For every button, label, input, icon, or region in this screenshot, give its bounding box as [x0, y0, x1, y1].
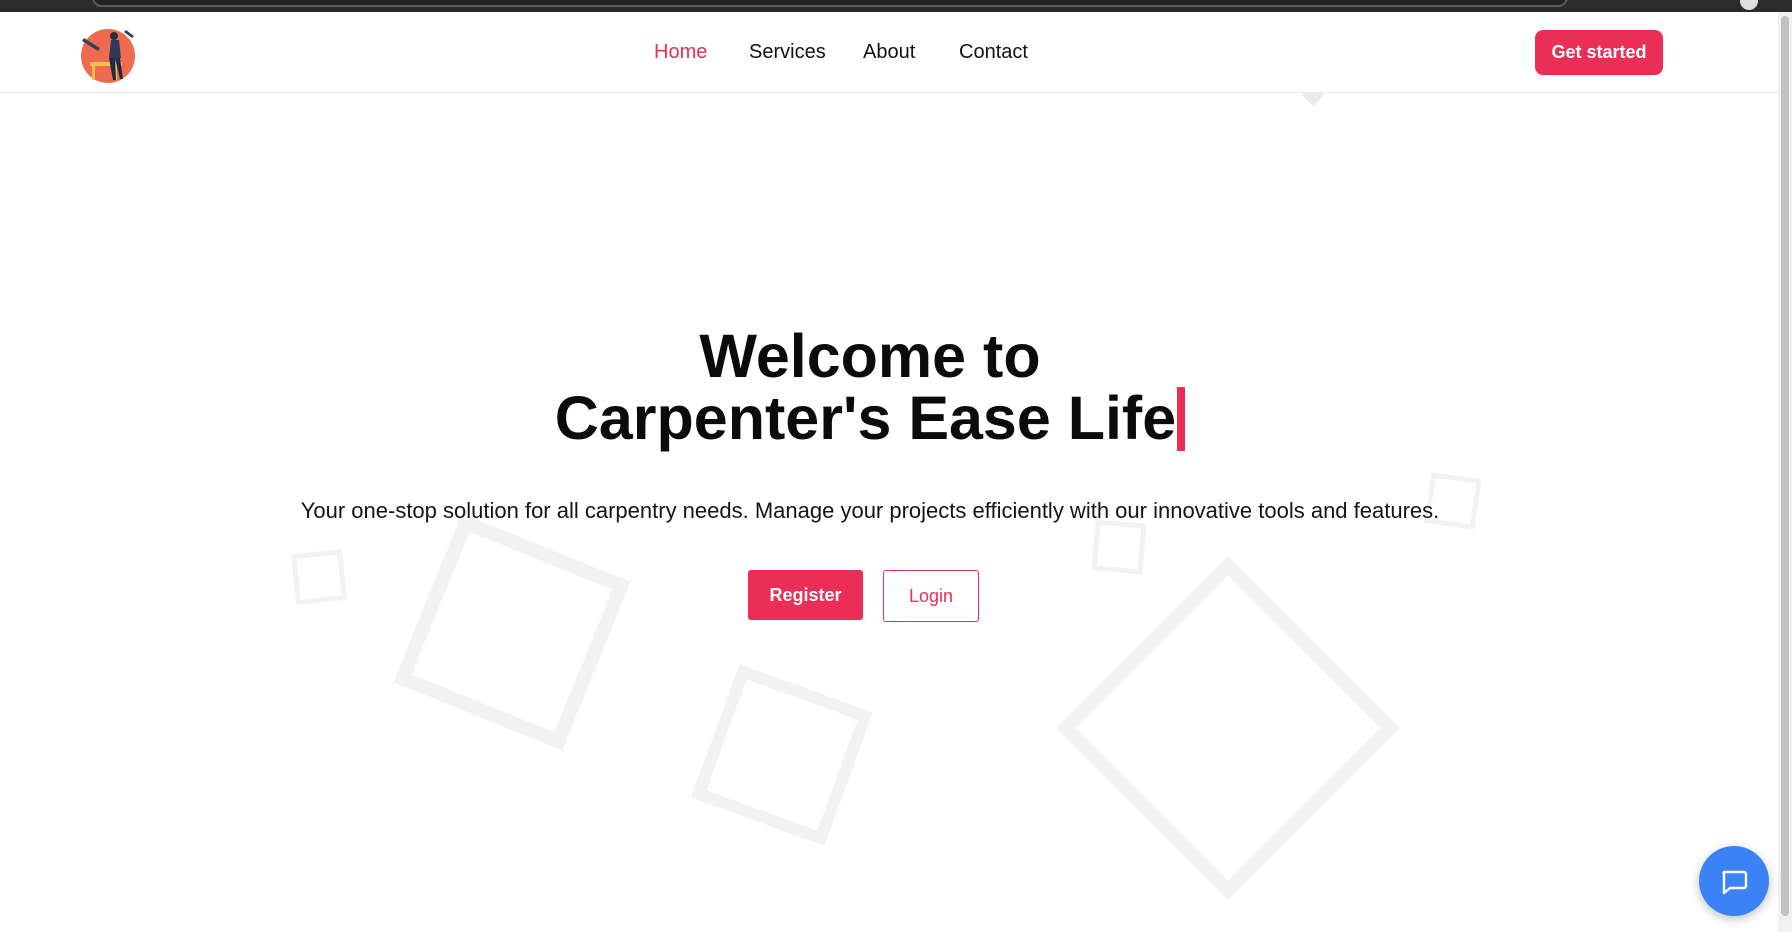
nav-services-link[interactable]: Services	[749, 41, 826, 64]
nav-about-link[interactable]: About	[863, 41, 915, 64]
deco-square-small-center	[1091, 519, 1147, 575]
deco-square-large-left	[393, 513, 631, 751]
hero-title-line-2-text: Carpenter's Ease Life	[554, 384, 1177, 452]
hero-title-line-1: Welcome to	[699, 322, 1041, 390]
register-button[interactable]: Register	[748, 570, 863, 620]
get-started-button[interactable]: Get started	[1535, 30, 1663, 75]
chat-bubble-icon	[1722, 870, 1748, 895]
main-nav: Home Services About Contact	[0, 12, 1792, 93]
login-button[interactable]: Login	[883, 570, 979, 622]
deco-square-large-right	[1055, 555, 1401, 901]
hero-title: Welcome to Carpenter's Ease Life	[0, 325, 1740, 451]
scrollbar-thumb[interactable]	[1781, 16, 1789, 916]
browser-address-bar	[92, 0, 1568, 7]
hero-title-line-2: Carpenter's Ease Life	[0, 387, 1740, 451]
deco-square-mid	[690, 663, 874, 847]
chat-widget-button[interactable]	[1699, 846, 1769, 916]
browser-top-strip	[0, 0, 1792, 12]
typing-cursor	[1177, 387, 1186, 451]
deco-square-small-left	[290, 548, 348, 606]
browser-profile-icon	[1740, 0, 1758, 10]
hero-subtitle: Your one-stop solution for all carpentry…	[300, 498, 1440, 523]
background-decoration	[290, 83, 1482, 901]
page-scrollbar[interactable]	[1778, 12, 1792, 932]
site-header: Home Services About Contact Get started	[0, 12, 1792, 93]
nav-home-link[interactable]: Home	[654, 41, 707, 64]
nav-contact-link[interactable]: Contact	[959, 41, 1028, 64]
